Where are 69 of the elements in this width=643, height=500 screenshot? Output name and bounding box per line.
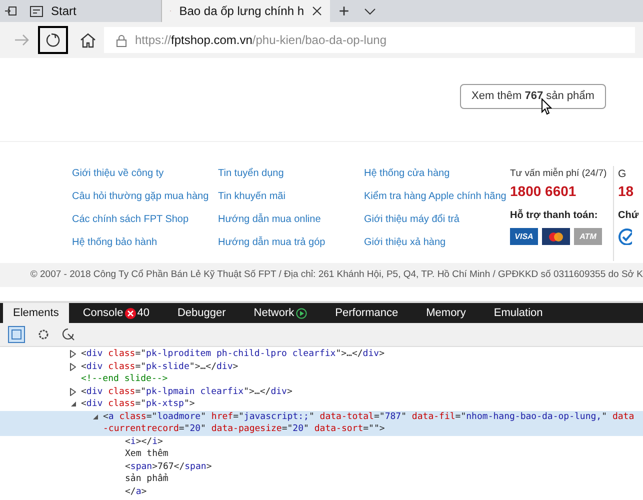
load-more-button[interactable]: Xem thêm 767 sản phẩm bbox=[460, 84, 606, 109]
card-logo: VISA bbox=[510, 228, 538, 245]
error-count: 40 bbox=[137, 306, 150, 321]
window-icon bbox=[30, 6, 43, 16]
dom-node-text: <a class="loadmore" href="javascript:;" data-total="787" data-fil="nhom-hang-bao-da-op-lung," data-currentrecord="20" data-pagesize="20" data-sort=""> bbox=[103, 410, 636, 436]
expand-triangle-icon[interactable] bbox=[70, 350, 76, 358]
footer-link[interactable]: Hướng dẫn mua trả góp bbox=[218, 235, 326, 251]
footer-link[interactable]: Hướng dẫn mua online bbox=[218, 212, 321, 228]
dom-node-text: sản phẩm bbox=[125, 473, 170, 486]
collapse-triangle-icon[interactable] bbox=[92, 414, 99, 420]
dom-node-row[interactable]: </a> bbox=[0, 486, 643, 498]
footer-link[interactable]: Giới thiệu xả hàng bbox=[364, 235, 446, 251]
column-heading: G bbox=[618, 167, 626, 182]
dom-node-row[interactable]: <div class="pk-lpmain clearfix">…</div> bbox=[0, 386, 643, 398]
dom-node-row[interactable]: <div class="pk-lproditem ph-child-lpro clearfix">…</div> bbox=[0, 348, 643, 360]
dom-node-row[interactable]: <i></i> bbox=[0, 436, 643, 448]
footer-link[interactable]: Các chính sách FPT Shop bbox=[72, 212, 189, 228]
url-text: https://fptshop.com.vn/phu-kien/bao-da-op-lung bbox=[135, 32, 386, 49]
dom-node-row[interactable]: <a class="loadmore" href="javascript:;" data-total="787" data-fil="nhom-hang-bao-da-op-lung," data-currentrecord="20" data-pagesize="20" data-sort=""> bbox=[0, 410, 643, 436]
mouse-cursor-icon bbox=[541, 98, 552, 115]
dom-node-text: <!--end slide--> bbox=[81, 373, 169, 386]
dom-node-text: <div class="pk-slide">…</div> bbox=[81, 360, 240, 373]
footer-link[interactable]: Hệ thống cửa hàng bbox=[364, 166, 450, 182]
dom-node-row[interactable]: sản phẩm bbox=[0, 473, 643, 486]
gear-icon[interactable] bbox=[37, 328, 50, 341]
pointer-icon[interactable] bbox=[62, 328, 75, 341]
lock-icon bbox=[116, 34, 127, 46]
error-icon bbox=[125, 308, 136, 318]
dom-node-row[interactable]: <div class="pk-xtsp"> bbox=[0, 398, 643, 410]
browser-tab[interactable]: Bao da ốp lưng chính h bbox=[162, 0, 330, 22]
payment-label: Chứ bbox=[618, 209, 639, 223]
hotline-label: Tư vấn miễn phí (24/7) bbox=[510, 166, 607, 181]
card-logo: ATM bbox=[574, 228, 602, 245]
close-tab-icon[interactable] bbox=[312, 6, 322, 16]
footer-link[interactable]: Giới thiệu máy đổi trả bbox=[364, 212, 460, 228]
dom-node-text: </a> bbox=[125, 486, 148, 498]
payment-label: Hỗ trợ thanh toán: bbox=[510, 208, 598, 223]
copyright-text: © 2007 - 2018 Công Ty Cổ Phần Bán Lẻ Kỹ Thuật Số FPT / Địa chỉ: 261 Khánh Hội, P5, Q4, TP. Hồ Chí Minh / GPĐKKD số 0311609355 do Sở K bbox=[29, 268, 643, 282]
footer-link[interactable]: Hệ thống bảo hành bbox=[72, 235, 158, 251]
phone-number: 18 bbox=[618, 182, 634, 200]
footer-link[interactable]: Kiểm tra hàng Apple chính hãng bbox=[364, 189, 506, 205]
check-badge-icon bbox=[618, 228, 632, 245]
refresh-button[interactable] bbox=[38, 26, 68, 54]
dom-node-text: <div class="pk-lproditem ph-child-lpro clearfix">…</div> bbox=[81, 348, 386, 360]
footer-link[interactable]: Câu hỏi thường gặp mua hàng bbox=[72, 189, 209, 205]
footer-link[interactable]: Tin khuyến mãi bbox=[218, 189, 286, 205]
dom-node-row[interactable]: <span>767</span> bbox=[0, 460, 643, 473]
chevron-down-icon[interactable] bbox=[364, 8, 376, 14]
expand-triangle-icon[interactable] bbox=[70, 388, 76, 396]
dom-node-row[interactable]: <!--end slide--> bbox=[0, 373, 643, 386]
footer-link[interactable]: Giới thiệu về công ty bbox=[72, 166, 164, 182]
dom-node-row[interactable]: Xem thêm bbox=[0, 448, 643, 460]
new-tab-button[interactable]: + bbox=[330, 0, 358, 22]
tab-list-icon[interactable] bbox=[5, 6, 17, 16]
dom-node-text: <i></i> bbox=[125, 436, 164, 448]
select-element-icon[interactable] bbox=[8, 326, 25, 343]
expand-triangle-icon[interactable] bbox=[70, 362, 76, 370]
collapse-triangle-icon[interactable] bbox=[70, 401, 77, 407]
address-field[interactable]: https://fptshop.com.vn/phu-kien/bao-da-op-lung bbox=[104, 27, 635, 53]
dom-node-text: Xem thêm bbox=[125, 448, 170, 460]
dom-node-text: <span>767</span> bbox=[125, 460, 213, 473]
footer-link[interactable]: Tin tuyển dụng bbox=[218, 166, 284, 182]
hotline-number: 1800 6601 bbox=[510, 182, 576, 200]
dom-node-text: <div class="pk-xtsp"> bbox=[81, 398, 196, 410]
dom-node-row[interactable]: <div class="pk-slide">…</div> bbox=[0, 360, 643, 373]
home-icon[interactable] bbox=[80, 32, 96, 48]
devtools-tab[interactable]: Elements bbox=[3, 303, 69, 323]
refresh-icon bbox=[45, 32, 61, 48]
dom-node-text: <div class="pk-lpmain clearfix">…</div> bbox=[81, 386, 294, 398]
